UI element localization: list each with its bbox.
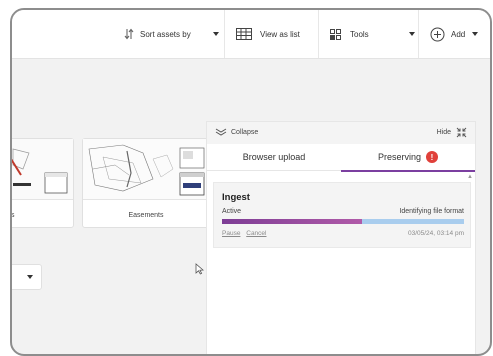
asset-card[interactable]: Easements: [82, 138, 210, 228]
job-title: Ingest: [222, 192, 250, 203]
active-tab-indicator: [341, 170, 475, 172]
tab-preserving[interactable]: Preserving !: [341, 144, 475, 170]
alert-badge: !: [426, 151, 439, 163]
easements-map-image: [83, 139, 209, 199]
panel-header: Collapse Hide: [207, 122, 475, 144]
progress-bar-fill: [222, 219, 363, 224]
hide-label: Hide: [436, 129, 451, 136]
add-circle-icon: [430, 27, 445, 41]
progress-bar: [222, 219, 464, 224]
asset-caption: Easements: [128, 212, 164, 219]
view-as-list-label: View as list: [260, 29, 300, 39]
sort-dropdown-icon: [212, 32, 219, 36]
close-arrows-icon: [456, 127, 467, 138]
asset-thumbnail: [12, 139, 73, 200]
cancel-link[interactable]: Cancel: [246, 230, 266, 237]
job-detail: Identifying file format: [399, 208, 464, 215]
view-as-list-button[interactable]: View as list: [236, 10, 300, 58]
panel-tabs: Browser upload Preserving !: [207, 144, 475, 172]
tab-label: Browser upload: [242, 152, 306, 162]
collapse-chevrons-icon: [215, 128, 227, 136]
asset-card[interactable]: s: [11, 138, 74, 228]
map-drawing-image: [12, 139, 73, 199]
ingest-job-card: Ingest Active Identifying file format Pa…: [213, 182, 471, 248]
sort-assets-control[interactable]: Sort assets by: [124, 10, 219, 58]
chevron-down-icon: [27, 275, 33, 279]
tools-menu[interactable]: Tools: [330, 10, 415, 58]
pause-link[interactable]: Pause: [222, 230, 240, 237]
tools-label: Tools: [350, 29, 369, 39]
sort-icon: [124, 28, 134, 40]
tab-label: Preserving: [377, 152, 422, 162]
upload-panel: Collapse Hide Browser upload Preserving …: [207, 122, 475, 354]
toolbar: Sort assets by View as list Tools Add: [12, 10, 490, 59]
hide-button[interactable]: Hide: [437, 127, 467, 138]
toolbar-divider: [224, 10, 225, 58]
add-button[interactable]: Add: [430, 10, 479, 58]
mouse-cursor-icon: [195, 263, 204, 275]
sort-assets-label: Sort assets by: [140, 29, 191, 39]
asset-caption: s: [11, 212, 15, 219]
add-label: Add: [451, 29, 466, 39]
toolbar-divider: [418, 10, 419, 58]
job-timestamp: 03/05/24, 03:14 pm: [407, 230, 464, 237]
toolbar-divider: [318, 10, 319, 58]
scroll-indicator-icon: ▲: [467, 174, 473, 180]
collapse-button[interactable]: Collapse: [215, 128, 258, 136]
list-view-icon: [236, 28, 252, 40]
add-dropdown-icon: [472, 32, 479, 36]
asset-thumbnail: [83, 139, 209, 200]
tools-dropdown-icon: [408, 32, 415, 36]
job-status: Active: [222, 208, 242, 215]
tools-grid-icon: [330, 28, 341, 40]
collapse-label: Collapse: [231, 128, 259, 136]
tab-browser-upload[interactable]: Browser upload: [207, 144, 341, 170]
app-window: Sort assets by View as list Tools Add s …: [10, 8, 492, 356]
filter-dropdown[interactable]: [12, 264, 42, 290]
